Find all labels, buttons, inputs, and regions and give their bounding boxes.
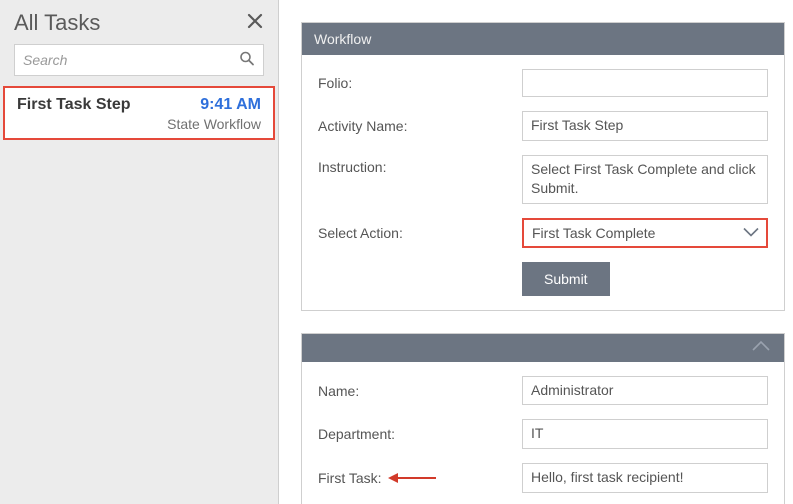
department-value: IT <box>522 419 768 449</box>
task-time: 9:41 AM <box>200 96 261 114</box>
folio-row: Folio: <box>318 69 768 97</box>
name-value: Administrator <box>522 376 768 406</box>
workflow-panel-body: Folio: Activity Name: First Task Step In… <box>302 55 784 310</box>
workflow-panel: Workflow Folio: Activity Name: First Tas… <box>301 22 785 311</box>
task-item-workflow: State Workflow <box>17 116 261 132</box>
activity-label: Activity Name: <box>318 118 522 134</box>
arrow-annotation-icon <box>386 471 438 485</box>
folio-label: Folio: <box>318 75 522 91</box>
instruction-label: Instruction: <box>318 155 522 175</box>
panel-title: Workflow <box>314 31 371 47</box>
chevron-up-icon <box>750 339 772 356</box>
search-input[interactable] <box>15 45 263 75</box>
first-task-row: First Task: Hello, first task recipient! <box>318 463 768 493</box>
folio-input[interactable] <box>522 69 768 97</box>
search-icon[interactable] <box>239 51 255 70</box>
department-row: Department: IT <box>318 419 768 449</box>
name-label: Name: <box>318 383 522 399</box>
first-task-label-text: First Task: <box>318 470 382 486</box>
close-icon[interactable] <box>246 12 264 34</box>
details-panel-body: Name: Administrator Department: IT First… <box>302 362 784 504</box>
main-content: Workflow Folio: Activity Name: First Tas… <box>279 0 793 504</box>
first-task-value: Hello, first task recipient! <box>522 463 768 493</box>
instruction-row: Instruction: Select First Task Complete … <box>318 155 768 204</box>
task-item-row: First Task Step 9:41 AM <box>17 96 261 114</box>
select-action-row: Select Action: First Task Complete <box>318 218 768 248</box>
select-action-label: Select Action: <box>318 225 522 241</box>
first-task-label: First Task: <box>318 470 522 486</box>
chevron-down-icon <box>742 224 760 241</box>
task-item[interactable]: First Task Step 9:41 AM State Workflow <box>3 86 275 140</box>
sidebar-header: All Tasks <box>0 0 278 44</box>
instruction-value: Select First Task Complete and click Sub… <box>522 155 768 204</box>
name-row: Name: Administrator <box>318 376 768 406</box>
details-panel-header[interactable] <box>302 334 784 362</box>
submit-button[interactable]: Submit <box>522 262 610 296</box>
submit-row: Submit <box>318 262 768 296</box>
select-action-dropdown[interactable]: First Task Complete <box>522 218 768 248</box>
select-action-value: First Task Complete <box>532 225 655 241</box>
workflow-panel-header: Workflow <box>302 23 784 55</box>
search-wrap <box>0 44 278 86</box>
activity-row: Activity Name: First Task Step <box>318 111 768 141</box>
department-label: Department: <box>318 426 522 442</box>
search-box <box>14 44 264 76</box>
task-name: First Task Step <box>17 96 131 114</box>
details-panel: Name: Administrator Department: IT First… <box>301 333 785 504</box>
sidebar: All Tasks First Task Step 9:41 AM State … <box>0 0 279 504</box>
sidebar-title: All Tasks <box>14 10 100 36</box>
activity-value: First Task Step <box>522 111 768 141</box>
